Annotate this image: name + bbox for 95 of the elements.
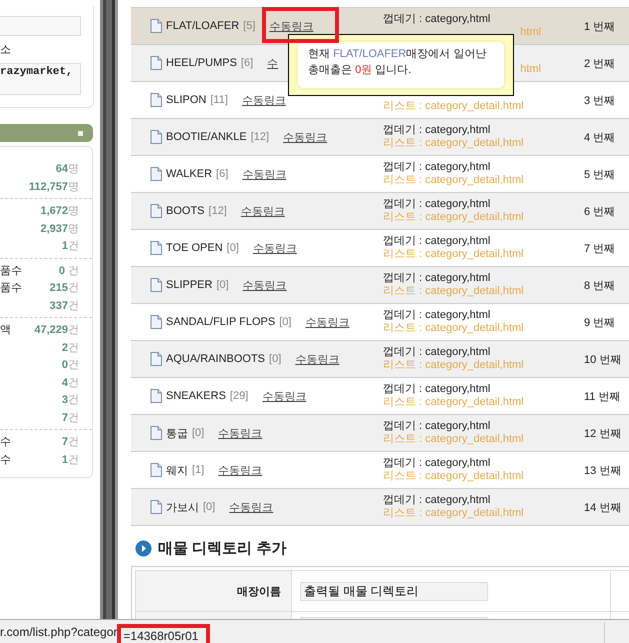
stat-value: 64명 <box>56 162 79 176</box>
stat-value: 0건 <box>62 358 79 372</box>
item-count: [6] <box>216 168 228 180</box>
list-template: 리스트 : category_detail,html <box>383 359 524 372</box>
stat-value: 0 건 <box>58 264 79 278</box>
list-template: 리스트 : category_detail,html <box>383 174 524 187</box>
category-name: AQUA/RAINBOOTS <box>166 353 266 365</box>
stat-value: 112,757명 <box>28 180 79 194</box>
item-count: [12] <box>208 205 227 217</box>
shell-template: 껍데기 : category,html <box>383 494 490 507</box>
display-order: 13 번째 <box>583 464 622 478</box>
stat-value: 47,229건 <box>34 323 79 338</box>
list-template: 리스트 : category_detail,html <box>383 137 524 150</box>
category-name: WALKER <box>166 168 212 180</box>
display-order: 14 번째 <box>583 500 622 514</box>
list-template: 리스트 : category_detail,html <box>383 433 524 446</box>
display-order: 9 번째 <box>583 316 616 330</box>
list-template: 리스트 : category_detail,html <box>383 470 524 483</box>
list-template: html <box>520 63 541 76</box>
shell-template: 껍데기 : category,html <box>383 420 490 433</box>
shell-template: 껍데기 : category,html <box>383 457 490 470</box>
stat-label: 품수 <box>0 264 22 278</box>
display-order: 12 번째 <box>583 426 622 440</box>
category-name: 웨지 <box>166 464 188 478</box>
category-name: BOOTIE/ANKLE <box>166 131 247 143</box>
shell-template: 껍데기 : category,html <box>383 198 490 211</box>
shell-template: 껍데기 : category,html <box>383 235 490 248</box>
stat-value: 7건 <box>62 435 79 450</box>
stat-value: 4건 <box>62 376 79 390</box>
category-name: BOOTS <box>166 205 205 217</box>
list-template: 리스트 : category_detail,html <box>383 396 524 409</box>
section-title: 매물 디렉토리 추가 <box>158 539 286 558</box>
stat-label: 수 <box>0 435 11 450</box>
stat-value: 2건 <box>62 340 79 355</box>
stat-value: 1,672명 <box>40 204 79 218</box>
category-name: SANDAL/FLIP FLOPS <box>166 316 276 328</box>
list-template: 리스트 : category_detail,html <box>383 285 524 298</box>
shell-template: 껍데기 : category,html <box>383 346 490 359</box>
item-count: [29] <box>230 390 248 402</box>
display-order: 7 번째 <box>583 242 616 256</box>
display-order: 1 번째 <box>583 20 616 34</box>
highlighted-url: =14368r05r01 <box>117 624 210 643</box>
item-count: [0] <box>226 242 239 254</box>
category-name: TOE OPEN <box>166 242 223 254</box>
category-name: HEEL/PUMPS <box>166 57 237 69</box>
list-template: html <box>520 26 541 39</box>
stat-value: 1건 <box>62 239 79 254</box>
shell-template: 껍데기 : category,html <box>383 383 490 396</box>
item-count: [0] <box>203 501 216 513</box>
display-order: 4 번째 <box>583 130 616 144</box>
category-name: FLAT/LOAFER <box>166 20 240 32</box>
item-count: [1] <box>192 464 204 476</box>
tooltip-message: 현재 FLAT/LOAFER매장에서 일어난 총매출은 0원 입니다. <box>298 42 504 88</box>
category-name: 가보시 <box>166 500 199 514</box>
list-template: 리스트 : category_detail,html <box>383 211 524 224</box>
display-order: 10 번째 <box>583 352 622 366</box>
display-order: 11 번째 <box>583 390 622 404</box>
stat-label: 수 <box>0 452 11 467</box>
item-count: [5] <box>243 20 256 32</box>
category-name: SNEAKERS <box>166 390 226 402</box>
stat-label: 액 <box>0 323 11 338</box>
stat-value: 215건 <box>50 281 79 296</box>
display-order: 6 번째 <box>583 204 616 218</box>
list-template: 리스트 : category_detail,html <box>383 248 524 261</box>
stat-value: 2,937명 <box>40 222 79 236</box>
shell-template: 껍데기 : category,html <box>383 272 490 285</box>
item-count: [12] <box>250 131 270 143</box>
category-name: SLIPON <box>166 94 206 106</box>
display-order: 3 번째 <box>583 94 616 108</box>
item-count: [11] <box>210 94 228 106</box>
status-url: r.com/list.php?categor <box>0 624 118 638</box>
shell-template: 껍데기 : category,html <box>383 161 490 174</box>
list-template: 리스트 : category_detail,html <box>383 322 524 335</box>
list-template: 리스트 : category_detail,html <box>383 100 524 113</box>
item-count: [0] <box>216 279 229 291</box>
field-label: 소 <box>0 43 12 57</box>
list-template: 리스트 : category_detail,html <box>383 507 524 520</box>
item-count: [0] <box>192 427 204 439</box>
item-count: [6] <box>240 57 254 69</box>
shell-template: 껍데기 : category,html <box>383 309 490 322</box>
item-count: [0] <box>279 316 292 328</box>
category-name: SLIPPER <box>166 279 212 291</box>
stat-label: 품수 <box>0 281 22 296</box>
item-count: [0] <box>269 353 282 365</box>
shell-template: 껍데기 : category,html <box>383 13 490 26</box>
display-order: 8 번째 <box>583 278 616 292</box>
display-order: 2 번째 <box>583 56 616 70</box>
stat-value: 1건 <box>62 452 79 467</box>
stat-value: 337건 <box>50 298 79 313</box>
field-label: 매장이름 <box>136 571 291 611</box>
stat-value: 3건 <box>62 393 79 408</box>
category-name: 통굽 <box>166 426 188 440</box>
shell-template: 껍데기 : category,html <box>383 124 490 137</box>
display-order: 5 번째 <box>583 168 616 182</box>
stat-value: 7건 <box>62 410 79 425</box>
